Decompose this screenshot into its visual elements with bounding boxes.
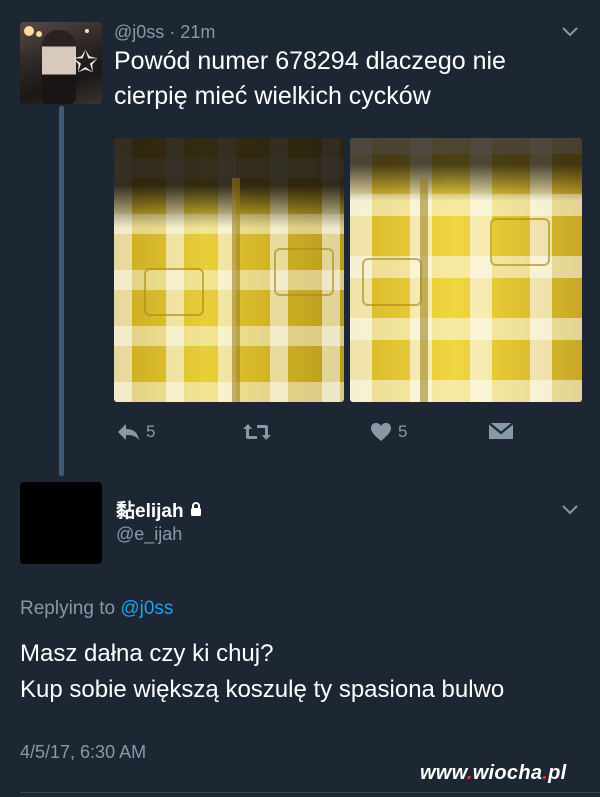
watermark-logo: www.wiocha.pl bbox=[420, 762, 567, 785]
reply-timestamp[interactable]: 4/5/17, 6:30 AM bbox=[20, 742, 146, 763]
replying-to-mention[interactable]: @j0ss bbox=[120, 598, 173, 619]
reply-icon bbox=[118, 424, 139, 440]
tweet-text: Powód numer 678294 dlaczego nie cierpię … bbox=[114, 47, 506, 110]
shirt-pocket bbox=[274, 248, 334, 296]
star-sticker-icon: ✩ bbox=[72, 46, 98, 79]
shirt-pocket bbox=[144, 268, 204, 316]
thread-connector-line bbox=[59, 106, 64, 476]
divider bbox=[20, 792, 600, 793]
heart-icon bbox=[371, 423, 391, 441]
avatar-person-figure bbox=[42, 30, 76, 104]
replying-to-label: Replying to bbox=[20, 598, 116, 619]
watermark-name: wiocha bbox=[472, 762, 543, 784]
tweet-time[interactable]: · 21m bbox=[169, 22, 215, 42]
avatar-background-lights bbox=[24, 26, 34, 36]
reply-author-name[interactable]: 黏elijah bbox=[116, 496, 184, 523]
replying-to: Replying to @j0ss bbox=[20, 598, 173, 620]
watermark-prefix: www bbox=[420, 762, 467, 784]
envelope-icon bbox=[488, 422, 514, 439]
tweet-meta: @j0ss · 21m bbox=[114, 22, 215, 43]
reply-button[interactable]: 5 bbox=[116, 422, 155, 442]
like-count: 5 bbox=[398, 422, 408, 441]
watermark-tld: pl bbox=[548, 762, 567, 784]
direct-message-button[interactable] bbox=[488, 422, 514, 440]
reply-author-handle[interactable]: @e_ijah bbox=[116, 524, 182, 545]
shirt-pocket bbox=[490, 218, 550, 266]
retweet-button[interactable] bbox=[242, 422, 272, 442]
tweet-photo-2[interactable] bbox=[350, 138, 582, 402]
shirt-placket bbox=[232, 178, 240, 402]
shirt-pocket bbox=[362, 258, 422, 306]
reply-text-line-1: Masz dałna czy ki chuj? bbox=[20, 640, 274, 667]
reply-count: 5 bbox=[146, 422, 156, 441]
reply-author-avatar[interactable] bbox=[20, 482, 102, 564]
chevron-down-icon[interactable] bbox=[562, 22, 578, 40]
author-handle[interactable]: @j0ss bbox=[114, 22, 164, 42]
like-button[interactable]: 5 bbox=[370, 422, 407, 442]
author-avatar[interactable]: ✩ bbox=[20, 22, 102, 104]
tweet-photo-1[interactable] bbox=[114, 138, 344, 402]
lock-icon bbox=[190, 502, 201, 516]
chevron-down-icon[interactable] bbox=[562, 500, 578, 518]
reply-text: Masz dałna czy ki chuj? Kup sobie większ… bbox=[20, 636, 600, 708]
reply-author-name-row: 黏elijah bbox=[116, 496, 202, 523]
retweet-icon bbox=[243, 424, 271, 440]
reply-text-line-2: Kup sobie większą koszulę ty spasiona bu… bbox=[20, 676, 505, 703]
